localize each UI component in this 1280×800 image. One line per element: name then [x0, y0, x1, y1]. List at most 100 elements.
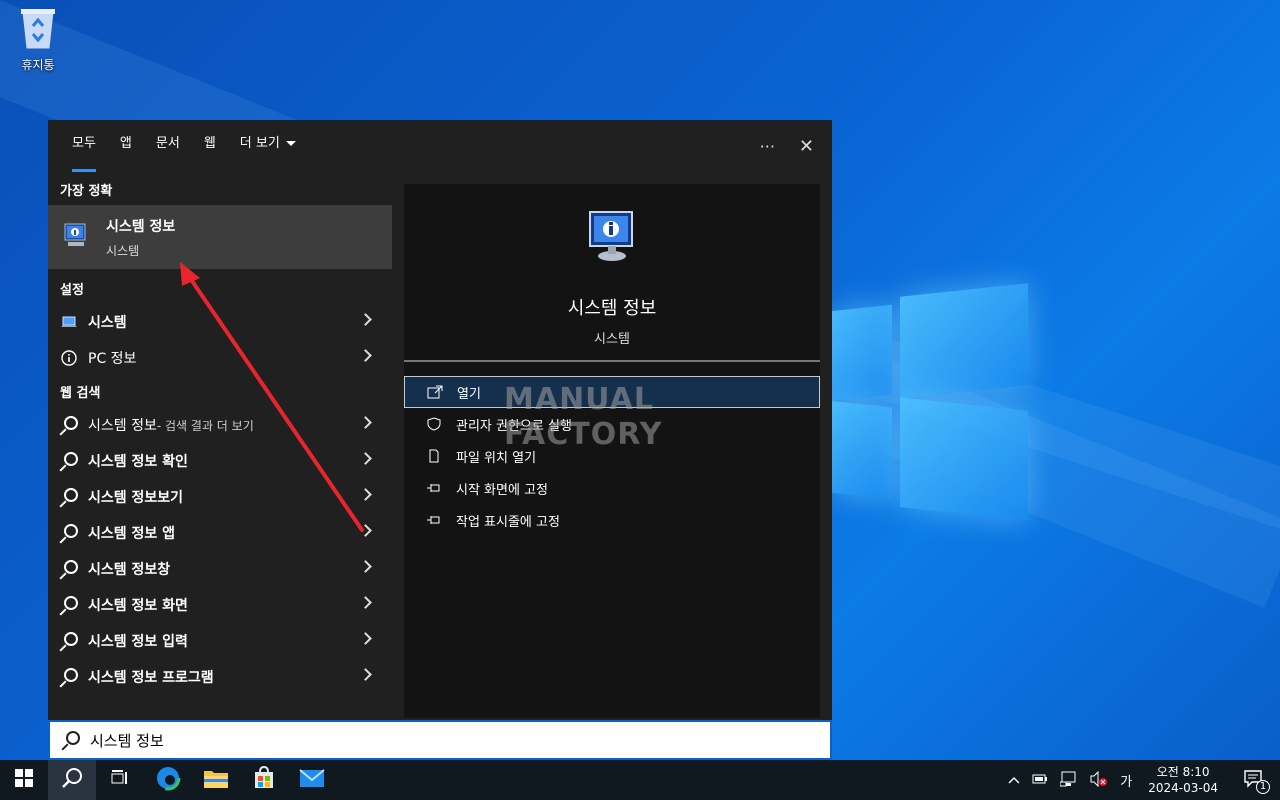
web-item[interactable]: 시스템 정보 입력: [48, 623, 392, 659]
settings-heading: 설정: [60, 283, 84, 298]
tab-web[interactable]: 웹: [192, 120, 228, 172]
results-list: 가장 정확 시스템 정보 시스템 설정 시스템 PC 정보 웹 검색 시스템 정…: [48, 172, 392, 695]
web-search-heading: 웹 검색: [60, 386, 101, 401]
folder-icon: [203, 767, 229, 793]
chevron-right-icon: [359, 313, 372, 326]
action-label: 작업 표시줄에 고정: [456, 514, 560, 530]
filter-tabs: 모두 앱 문서 웹 더 보기 ··· ✕: [48, 120, 832, 172]
volume-muted-icon[interactable]: [1084, 770, 1114, 790]
search-icon: [60, 596, 78, 614]
mail-button[interactable]: [288, 760, 336, 800]
tab-documents[interactable]: 문서: [144, 120, 192, 172]
edge-icon: [155, 765, 181, 795]
web-item[interactable]: 시스템 정보 확인: [48, 443, 392, 479]
search-icon: [60, 524, 78, 542]
ime-indicator[interactable]: 가: [1114, 771, 1138, 790]
pin-icon: [426, 481, 442, 495]
action-pin-to-start[interactable]: 시작 화면에 고정: [404, 472, 820, 504]
taskbar: 가 오전 8:10 2024-03-04 1: [0, 760, 1280, 800]
web-item-label: 시스템 정보 앱: [88, 526, 176, 542]
chevron-right-icon: [359, 416, 372, 429]
web-item-label: 시스템 정보보기: [88, 490, 184, 506]
mail-icon: [299, 768, 325, 792]
action-pin-to-taskbar[interactable]: 작업 표시줄에 고정: [404, 504, 820, 536]
recycle-bin-icon: [19, 6, 57, 50]
close-button[interactable]: ✕: [799, 136, 814, 157]
chevron-right-icon: [359, 488, 372, 501]
pin-icon: [426, 513, 442, 527]
tab-all[interactable]: 모두: [60, 120, 108, 172]
search-icon: [61, 767, 83, 793]
settings-item-label: 시스템: [88, 315, 127, 331]
preview-title: 시스템 정보: [567, 298, 657, 319]
info-icon: [60, 349, 78, 367]
recycle-bin[interactable]: 휴지통: [10, 6, 66, 73]
network-icon[interactable]: [1054, 771, 1084, 790]
settings-item-system[interactable]: 시스템: [48, 304, 392, 340]
chevron-right-icon: [359, 349, 372, 362]
web-item[interactable]: 시스템 정보창: [48, 551, 392, 587]
search-taskbar-button[interactable]: [48, 760, 96, 800]
system-info-large-icon: [588, 211, 636, 266]
search-icon: [60, 632, 78, 650]
edge-button[interactable]: [144, 760, 192, 800]
chevron-right-icon: [359, 452, 372, 465]
web-item[interactable]: 시스템 정보 - 검색 결과 더 보기: [48, 407, 392, 443]
search-icon: [60, 488, 78, 506]
start-button[interactable]: [0, 760, 48, 800]
web-item[interactable]: 시스템 정보 앱: [48, 515, 392, 551]
action-label: 관리자 권한으로 실행: [456, 418, 572, 434]
search-icon: [62, 731, 80, 749]
chevron-right-icon: [359, 596, 372, 609]
action-open[interactable]: 열기: [404, 376, 820, 408]
web-item-label: 시스템 정보 화면: [88, 598, 188, 614]
best-match-item[interactable]: 시스템 정보 시스템: [48, 205, 392, 269]
clock-time: 오전 8:10: [1156, 765, 1210, 779]
chevron-right-icon: [359, 524, 372, 537]
action-run-as-admin[interactable]: 관리자 권한으로 실행: [404, 408, 820, 440]
file-explorer-button[interactable]: [192, 760, 240, 800]
more-options-button[interactable]: ···: [760, 137, 775, 156]
system-tray: 가 오전 8:10 2024-03-04 1: [1002, 760, 1280, 800]
web-item[interactable]: 시스템 정보 화면: [48, 587, 392, 623]
chevron-up-icon[interactable]: [1002, 773, 1026, 787]
web-item[interactable]: 시스템 정보보기: [48, 479, 392, 515]
chevron-right-icon: [359, 560, 372, 573]
battery-icon[interactable]: [1026, 773, 1054, 788]
clock-date: 2024-03-04: [1148, 781, 1218, 795]
web-item-label: 시스템 정보창: [88, 562, 171, 578]
tab-apps[interactable]: 앱: [108, 120, 144, 172]
task-view-icon: [110, 769, 130, 791]
store-icon: [252, 765, 276, 794]
search-icon: [60, 668, 78, 686]
chevron-right-icon: [359, 668, 372, 681]
web-item-sub: - 검색 결과 더 보기: [156, 418, 254, 433]
search-panel: 모두 앱 문서 웹 더 보기 ··· ✕ 가장 정확 시스템 정보 시스템 설정…: [48, 120, 832, 760]
tab-more-label: 더 보기: [239, 136, 280, 151]
caret-down-icon: [285, 141, 296, 146]
clock[interactable]: 오전 8:10 2024-03-04: [1138, 764, 1228, 796]
web-item-label: 시스템 정보 입력: [88, 634, 188, 650]
web-item[interactable]: 시스템 정보 프로그램: [48, 659, 392, 695]
search-input[interactable]: [90, 731, 690, 749]
action-label: 파일 위치 열기: [456, 450, 537, 466]
tab-more[interactable]: 더 보기: [228, 120, 308, 172]
settings-item-label: PC 정보: [88, 351, 137, 367]
notification-center-button[interactable]: 1: [1228, 769, 1280, 794]
laptop-icon: [60, 313, 78, 331]
task-view-button[interactable]: [96, 760, 144, 800]
chevron-right-icon: [359, 632, 372, 645]
store-button[interactable]: [240, 760, 288, 800]
search-box[interactable]: [48, 720, 832, 760]
best-match-heading: 가장 정확: [60, 184, 113, 199]
web-item-label: 시스템 정보 프로그램: [88, 670, 214, 686]
open-icon: [427, 385, 443, 399]
windows-logo-wallpaper: [830, 280, 1030, 521]
notification-count-badge: 1: [1256, 779, 1270, 794]
web-item-label: 시스템 정보 확인: [88, 454, 188, 470]
settings-item-pc-info[interactable]: PC 정보: [48, 340, 392, 376]
recycle-bin-label: 휴지통: [21, 58, 55, 72]
preview-pane: 시스템 정보 시스템 열기 관리자 권한으로 실행 파일 위치 열기 시작 화면…: [404, 184, 820, 718]
action-open-file-location[interactable]: 파일 위치 열기: [404, 440, 820, 472]
system-info-icon: [62, 221, 90, 253]
